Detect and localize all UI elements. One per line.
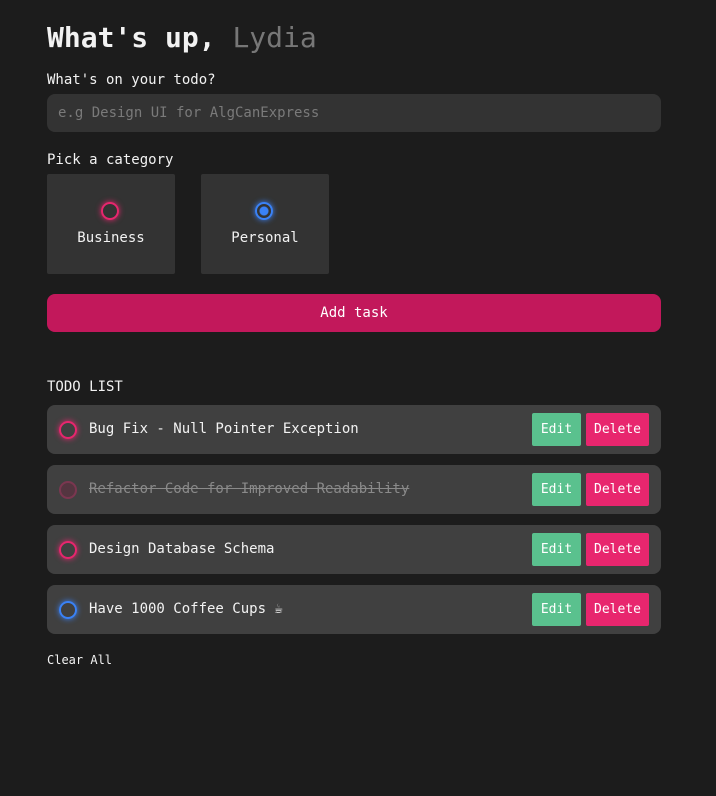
todo-app: What's up, Lydia What's on your todo? Pi… <box>0 0 716 796</box>
business-radio-icon[interactable] <box>101 202 119 220</box>
clear-all-button[interactable]: Clear All <box>47 653 112 667</box>
category-personal-label: Personal <box>231 230 299 246</box>
todo-checkbox-icon[interactable] <box>59 481 77 499</box>
category-personal-option[interactable]: Personal <box>201 174 329 274</box>
delete-button[interactable]: Delete <box>586 593 649 626</box>
edit-button[interactable]: Edit <box>532 413 581 446</box>
add-task-button[interactable]: Add task <box>47 294 661 332</box>
todo-item: Design Database Schema Edit Delete <box>47 525 661 574</box>
todo-item: Refactor Code for Improved Readability E… <box>47 465 661 514</box>
todo-checkbox-icon[interactable] <box>59 541 77 559</box>
todo-list-title: TODO LIST <box>47 379 123 395</box>
delete-button[interactable]: Delete <box>586 413 649 446</box>
todo-item: Bug Fix - Null Pointer Exception Edit De… <box>47 405 661 454</box>
personal-radio-icon[interactable] <box>255 202 273 220</box>
todo-input[interactable] <box>47 94 661 132</box>
greeting-title: What's up, Lydia <box>47 20 317 56</box>
todo-checkbox-icon[interactable] <box>59 421 77 439</box>
todo-checkbox-icon[interactable] <box>59 601 77 619</box>
category-business-label: Business <box>77 230 145 246</box>
category-business-option[interactable]: Business <box>47 174 175 274</box>
todo-text: Refactor Code for Improved Readability <box>89 481 410 497</box>
delete-button[interactable]: Delete <box>586 533 649 566</box>
todo-text: Have 1000 Coffee Cups ☕ <box>89 601 283 617</box>
category-label: Pick a category <box>47 152 174 168</box>
todo-text: Design Database Schema <box>89 541 275 557</box>
edit-button[interactable]: Edit <box>532 533 581 566</box>
todo-text: Bug Fix - Null Pointer Exception <box>89 421 359 437</box>
delete-button[interactable]: Delete <box>586 473 649 506</box>
user-name: Lydia <box>232 21 317 54</box>
todo-input-label: What's on your todo? <box>47 72 216 88</box>
edit-button[interactable]: Edit <box>532 473 581 506</box>
todo-item: Have 1000 Coffee Cups ☕ Edit Delete <box>47 585 661 634</box>
edit-button[interactable]: Edit <box>532 593 581 626</box>
greeting-text: What's up, <box>47 21 216 54</box>
